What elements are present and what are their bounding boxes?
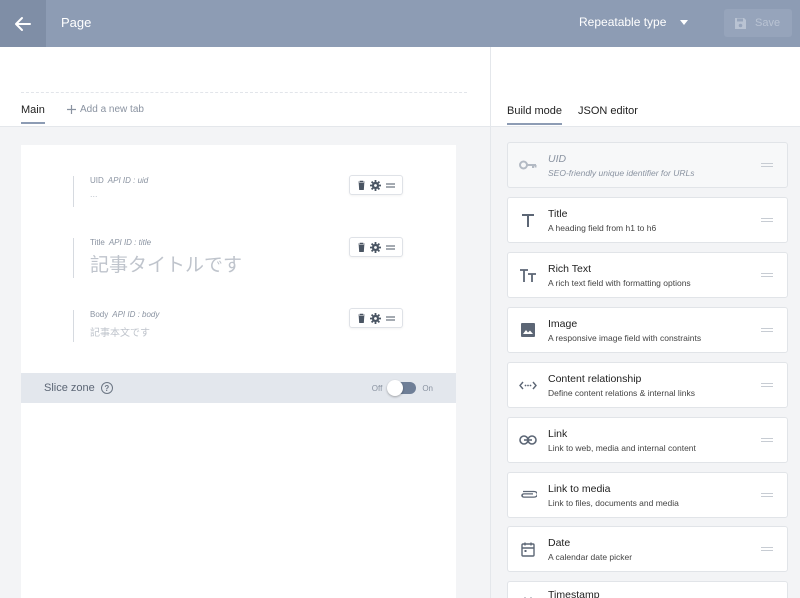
field-body-placeholder: 記事本文です: [90, 328, 150, 339]
field-title[interactable]: Title API ID : title 記事タイトルです: [73, 238, 242, 278]
field-uid-api-id: API ID : uid: [107, 176, 149, 185]
toggle-on-label: On: [422, 383, 433, 393]
plus-icon: [67, 105, 76, 114]
back-button[interactable]: [0, 0, 46, 47]
title-icon: [522, 213, 534, 227]
editor-area: Main Add a new tab UID API ID : uid ... T…: [0, 47, 490, 598]
palette-item-desc: Link to web, media and internal content: [548, 442, 696, 453]
palette-item-link[interactable]: Link Link to web, media and internal con…: [507, 417, 788, 463]
drag-handle-icon[interactable]: [761, 273, 773, 277]
field-body-controls: [349, 308, 403, 328]
paperclip-icon: [521, 490, 537, 498]
palette-item-title: Link: [548, 427, 568, 440]
drag-handle-icon[interactable]: [761, 438, 773, 442]
field-title-api-id: API ID : title: [108, 238, 152, 247]
palette-item-desc: A responsive image field with constraint…: [548, 332, 702, 343]
field-uid[interactable]: UID API ID : uid ...: [73, 176, 148, 207]
palette-item-title: Rich Text: [548, 262, 591, 275]
field-title-controls: [349, 237, 403, 257]
image-icon: [521, 323, 535, 337]
save-button[interactable]: Save: [724, 9, 792, 37]
palette-item-title: Link to media: [548, 482, 611, 495]
field-title-label: Title: [90, 238, 105, 247]
type-selector[interactable]: Repeatable type: [579, 15, 689, 29]
top-bar: Page Repeatable type Save: [0, 0, 800, 47]
palette-item-title: Title: [548, 207, 568, 220]
slice-zone-label: Slice zone: [44, 382, 95, 394]
field-title-placeholder: 記事タイトルです: [90, 255, 243, 276]
palette-item-desc: Define content relations & internal link…: [548, 387, 695, 398]
gear-icon[interactable]: [370, 179, 382, 191]
document-name-input[interactable]: [21, 92, 467, 93]
tab-json-editor[interactable]: JSON editor: [578, 105, 638, 117]
slice-zone-toggle-group: Off On: [371, 380, 433, 396]
add-tab-label: Add a new tab: [80, 104, 144, 115]
palette-item-uid[interactable]: UID SEO-friendly unique identifier for U…: [507, 142, 788, 188]
field-body-label: Body: [90, 310, 109, 319]
drag-handle-icon[interactable]: [761, 383, 773, 387]
palette-item-date[interactable]: Date A calendar date picker: [507, 526, 788, 572]
drag-handle-icon[interactable]: [761, 218, 773, 222]
tab-main[interactable]: Main: [21, 104, 45, 124]
caret-down-icon: [680, 19, 689, 25]
palette-item-title[interactable]: Title A heading field from h1 to h6: [507, 197, 788, 243]
drag-handle-icon[interactable]: [385, 179, 397, 191]
palette-item-timestamp[interactable]: Timestamp: [507, 581, 788, 598]
trash-icon[interactable]: [355, 312, 367, 324]
page-title: Page: [61, 15, 92, 30]
field-uid-controls: [349, 175, 403, 195]
tab-build-mode[interactable]: Build mode: [507, 105, 563, 125]
toggle-knob: [387, 380, 404, 396]
mask-canvas: UID API ID : uid ... Title API ID : title …: [21, 145, 456, 598]
drag-handle-icon[interactable]: [761, 328, 773, 332]
palette-item-title: UID: [548, 152, 567, 165]
palette-item-rich-text[interactable]: Rich Text A rich text field with formatt…: [507, 252, 788, 298]
field-palette-panel: Build mode JSON editor UID SEO-friendly …: [490, 47, 800, 598]
type-selector-label: Repeatable type: [579, 15, 667, 29]
drag-handle-icon[interactable]: [761, 163, 773, 167]
field-body-api-id: API ID : body: [112, 310, 160, 319]
palette-item-desc: A heading field from h1 to h6: [548, 222, 657, 233]
palette-item-title: Image: [548, 317, 578, 330]
palette-item-desc: Link to files, documents and media: [548, 497, 679, 508]
drag-handle-icon[interactable]: [385, 241, 397, 253]
drag-handle-icon[interactable]: [761, 493, 773, 497]
key-icon: [519, 160, 537, 170]
palette-item-title: Timestamp: [548, 589, 600, 598]
palette-item-desc: SEO-friendly unique identifier for URLs: [548, 167, 695, 178]
palette-item-image[interactable]: Image A responsive image field with cons…: [507, 307, 788, 353]
drag-handle-icon[interactable]: [761, 547, 773, 551]
trash-icon[interactable]: [355, 241, 367, 253]
help-icon[interactable]: ?: [100, 382, 113, 394]
relationship-icon: [519, 381, 537, 389]
gear-icon[interactable]: [370, 312, 382, 324]
toggle-off-label: Off: [371, 383, 383, 393]
palette-item-content-relationship[interactable]: Content relationship Define content rela…: [507, 362, 788, 408]
field-uid-label: UID: [90, 176, 104, 185]
save-label: Save: [755, 17, 781, 29]
add-tab-button[interactable]: Add a new tab: [67, 104, 144, 115]
palette-item-desc: A rich text field with formatting option…: [548, 277, 691, 288]
trash-icon[interactable]: [355, 179, 367, 191]
gear-icon[interactable]: [370, 241, 382, 253]
slice-zone: Slice zone ? Off On: [21, 373, 456, 403]
slice-zone-toggle[interactable]: [387, 380, 417, 396]
drag-handle-icon[interactable]: [385, 312, 397, 324]
link-icon: [519, 435, 537, 445]
palette-item-desc: A calendar date picker: [548, 551, 633, 562]
palette-item-title: Content relationship: [548, 372, 642, 385]
calendar-icon: [521, 542, 535, 557]
arrow-left-icon: [15, 16, 31, 31]
palette-item-title: Date: [548, 536, 571, 549]
field-body[interactable]: Body API ID : body 記事本文です: [73, 310, 159, 342]
palette-item-link-to-media[interactable]: Link to media Link to files, documents a…: [507, 472, 788, 518]
field-uid-placeholder: ...: [90, 189, 98, 199]
rich-text-icon: [520, 268, 536, 282]
floppy-disk-icon: [735, 17, 746, 29]
